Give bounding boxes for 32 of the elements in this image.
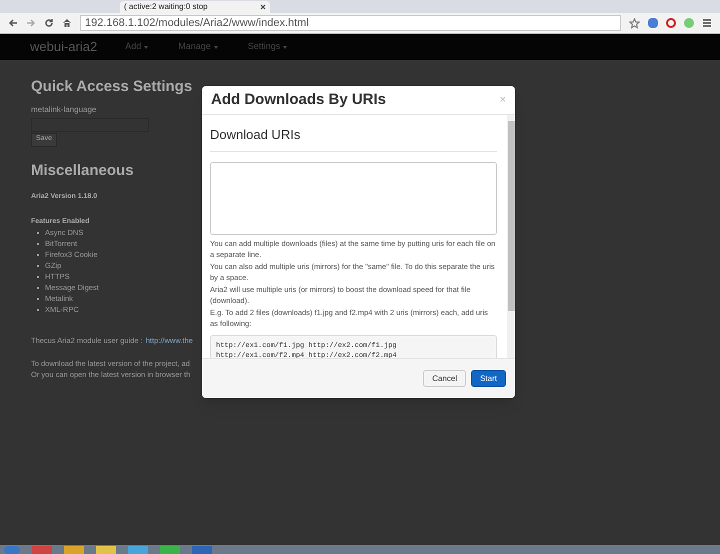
url-text: 192.168.1.102/modules/Aria2/www/index.html	[85, 16, 309, 31]
start-button[interactable]	[4, 546, 20, 554]
taskbar-icon[interactable]	[64, 546, 84, 554]
taskbar-icon[interactable]	[128, 546, 148, 554]
caret-icon	[214, 46, 218, 48]
address-bar[interactable]: 192.168.1.102/modules/Aria2/www/index.html	[80, 15, 621, 31]
taskbar-icon[interactable]	[96, 546, 116, 554]
field-label: metalink-language	[31, 104, 98, 116]
taskbar-icon[interactable]	[160, 546, 180, 554]
scrollbar-thumb[interactable]	[508, 121, 514, 311]
caret-icon	[144, 46, 148, 48]
reload-icon[interactable]	[44, 18, 54, 28]
section-heading: Quick Access Settings	[31, 77, 194, 97]
close-icon[interactable]	[260, 4, 266, 10]
modal-title: Add Downloads By URIs	[211, 90, 386, 110]
start-button[interactable]: Start	[471, 370, 506, 387]
brand-title[interactable]: webui-aria2	[30, 37, 98, 57]
section-heading: Download URIs	[210, 125, 497, 152]
tab-title: ( active:2 waiting:0 stop	[124, 1, 209, 13]
browser-tab[interactable]: ( active:2 waiting:0 stop	[120, 1, 270, 13]
scrollbar[interactable]	[507, 115, 515, 358]
forward-icon[interactable]	[26, 18, 36, 28]
taskbar-icon[interactable]	[192, 546, 212, 554]
taskbar-icon[interactable]	[32, 546, 52, 554]
menu-icon[interactable]	[702, 18, 712, 28]
caret-icon	[283, 46, 288, 48]
home-icon[interactable]	[62, 18, 72, 28]
cancel-button[interactable]: Cancel	[423, 370, 466, 387]
section-heading: Miscellaneous	[31, 160, 135, 180]
uri-textarea[interactable]	[210, 162, 497, 234]
back-icon[interactable]	[8, 18, 18, 28]
star-icon[interactable]	[629, 18, 640, 28]
